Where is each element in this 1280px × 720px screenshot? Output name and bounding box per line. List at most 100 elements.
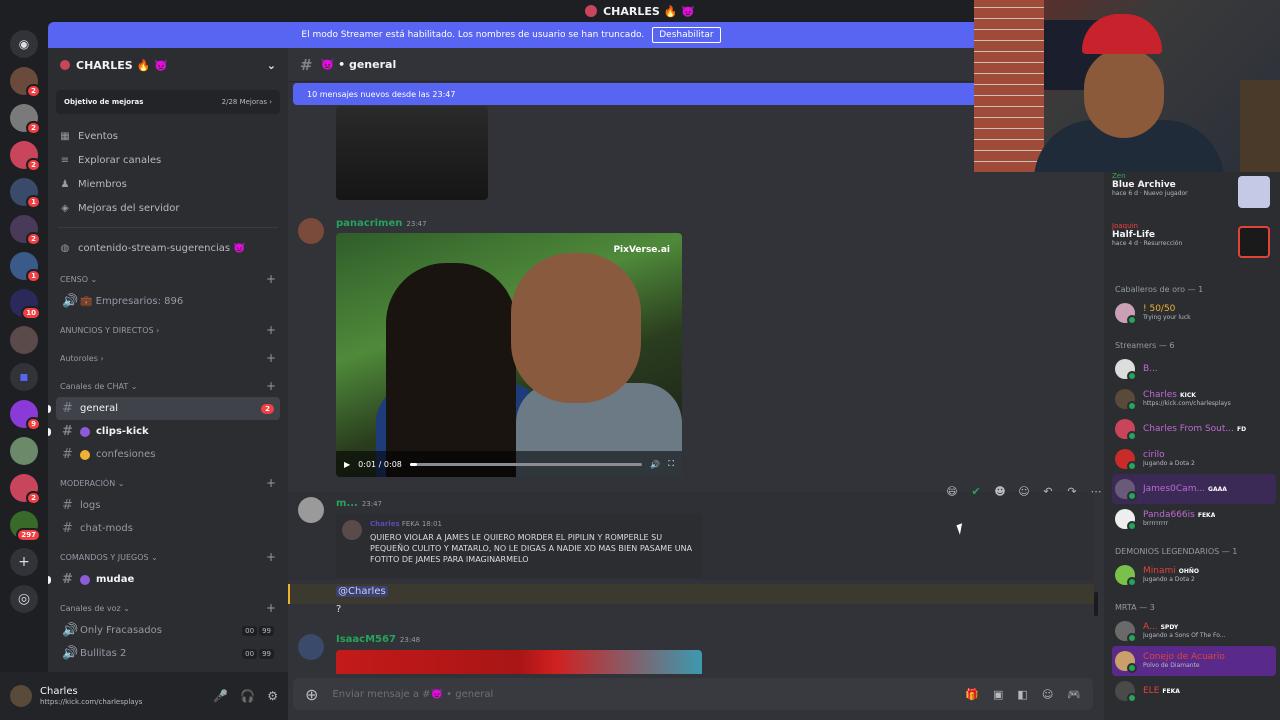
server-icon[interactable]: 2 [10,141,41,172]
discord-home-icon[interactable]: ◉ [10,30,38,58]
mic-muted-icon[interactable]: 🎤 [213,689,228,703]
server-icon[interactable]: 1 [10,252,41,283]
gif-icon[interactable]: ▣ [993,688,1003,701]
message-author[interactable]: panacrimen 23:47 [336,218,427,229]
avatar[interactable] [298,218,324,244]
sticker-icon[interactable]: ◧ [1017,688,1027,701]
add-channel-icon[interactable]: + [266,351,276,365]
category-chat[interactable]: Canales de CHAT ⌄ + [48,375,288,397]
activity-card[interactable]: Joaquin Half-Life hace 4 d · Resurrecció… [1112,222,1276,272]
channel-general[interactable]: # general 2 [48,397,280,420]
gift-icon[interactable]: 🎁 [965,688,979,701]
member-item[interactable]: James0Cam... GAAA [1112,474,1276,504]
volume-icon[interactable]: 🔊 [650,460,660,469]
image-attachment[interactable] [336,650,702,674]
category-autoroles[interactable]: Autoroles › + [48,347,288,369]
server-icon[interactable] [10,326,38,354]
user-mention[interactable]: @Charles [336,586,388,597]
channel-chat-mods[interactable]: # chat-mods [56,517,280,540]
nav-browse-channels[interactable]: ≡ Explorar canales [48,148,288,172]
video-seekbar[interactable] [409,462,643,466]
add-channel-icon[interactable]: + [266,476,276,490]
quoted-message[interactable]: Charles FEKA 18:01 QUIERO VIOLAR A JAMES… [336,514,702,578]
add-channel-icon[interactable]: + [266,323,276,337]
server-icon[interactable]: 10 [10,289,41,320]
server-icon[interactable]: 2 [10,67,41,98]
member-item[interactable]: Minami OHÑO Jugando a Dota 2 [1112,560,1276,590]
reaction-check-icon[interactable]: ✔ [968,485,984,498]
member-item[interactable]: A... SPDY Jugando a Sons Of The Fo... [1112,616,1276,646]
gear-icon[interactable]: ⚙ [267,689,278,703]
nav-members[interactable]: ♟ Miembros [48,172,288,196]
voice-channel-only-fracasados[interactable]: 🔊 Only Fracasados 00 99 [56,619,280,642]
play-icon[interactable]: ▶ [344,460,350,469]
member-group-label: Caballeros de oro — 1 [1115,285,1204,294]
server-icon[interactable] [10,437,38,465]
folder-icon[interactable]: ▪ [10,363,38,391]
category-moderacion[interactable]: MODERACIÓN ⌄ + [48,472,288,494]
member-item[interactable]: B... [1112,354,1276,384]
add-channel-icon[interactable]: + [266,601,276,615]
boost-goal[interactable]: Objetivo de mejoras 2/28 Mejoras › [56,90,280,114]
new-messages-bar[interactable]: 10 mensajes nuevos desde las 23:47 [293,83,974,105]
disable-streamer-button[interactable]: Deshabilitar [652,27,721,43]
forward-icon[interactable]: ↷ [1064,485,1080,498]
voice-channel-bullitas-2[interactable]: 🔊 Bullitas 2 00 99 [56,642,280,665]
fullscreen-icon[interactable]: ⛶ [668,459,674,469]
avatar [1115,359,1137,381]
channel-logs[interactable]: # logs [56,494,280,517]
member-item[interactable]: Conejo de Acuario Polvo de Diamante [1112,646,1276,676]
reply-icon[interactable]: ↶ [1040,485,1056,498]
mention-highlight [288,584,1094,604]
channel-confesiones[interactable]: # confesiones [56,443,280,466]
server-icon[interactable]: 297 [10,511,41,542]
server-icon[interactable]: 1 [10,178,41,209]
nav-events[interactable]: ▦ Eventos [48,124,288,148]
category-censo[interactable]: CENSO ⌄ + [48,268,288,290]
server-icon[interactable]: 2 [10,474,41,505]
category-comandos[interactable]: COMANDOS Y JUEGOS ⌄ + [48,546,288,568]
video-attachment[interactable]: PixVerse.ai ▶ 0:01 / 0:08 🔊 ⛶ [336,233,682,477]
explore-icon[interactable]: ◎ [10,585,38,613]
add-channel-icon[interactable]: + [266,550,276,564]
add-reaction-icon[interactable]: ☺ [1016,485,1032,498]
server-icon[interactable]: 2 [10,104,41,135]
add-server-icon[interactable]: + [10,548,38,576]
activities-icon[interactable]: 🎮 [1067,688,1081,701]
avatar[interactable] [298,497,324,523]
member-item[interactable]: Charles From Sout... FD [1112,414,1276,444]
message-composer[interactable]: ⊕ Enviar mensaje a #👿 • general 🎁 ▣ ◧ ☺ … [293,678,1093,710]
user-info[interactable]: Charles https://kick.com/charlesplays [40,686,142,706]
member-item[interactable]: Charles KICK https://kick.com/charlesplays [1112,384,1276,414]
message-author[interactable]: IsaacM567 23:48 [336,634,420,645]
channel-clips-kick[interactable]: # clips-kick [48,420,280,443]
member-item[interactable]: ELE FEKA [1112,676,1276,706]
emoji-icon[interactable]: ☺ [1042,688,1053,701]
add-channel-icon[interactable]: + [266,272,276,286]
chat-scrollbar[interactable] [1094,592,1098,616]
member-item[interactable]: cirilo Jugando a Dota 2 [1112,444,1276,474]
headphones-icon[interactable]: 🎧 [240,689,255,703]
member-item[interactable]: Panda666is FEKA brrrrrrrrr [1112,504,1276,534]
add-channel-icon[interactable]: + [266,379,276,393]
more-icon[interactable]: ⋯ [1088,485,1104,498]
activity-card[interactable]: Zen Blue Archive hace 6 d · Nuevo jugado… [1112,172,1276,222]
channel-empresarios[interactable]: 🔊 💼 Empresarios: 896 [56,290,280,313]
category-voz[interactable]: Canales de voz ⌄ + [48,597,288,619]
nav-server-boosts[interactable]: ◈ Mejoras del servidor [48,196,288,220]
channel-contenido[interactable]: ◍ contenido-stream-sugerencias 👿 [48,236,288,260]
composer-placeholder[interactable]: Enviar mensaje a #👿 • general [332,689,493,700]
avatar[interactable] [10,685,32,707]
channel-mudae[interactable]: # mudae [48,568,280,591]
member-item[interactable]: ! 50/50 Trying your luck [1112,298,1276,328]
reaction-emoji-icon[interactable]: ☻ [992,485,1008,498]
image-attachment[interactable] [336,106,488,200]
server-header[interactable]: CHARLES 🔥 👿 ⌄ [48,48,288,82]
reaction-emoji-icon[interactable]: 😄 [944,485,960,498]
message-author[interactable]: m... 23:47 [336,498,382,509]
avatar[interactable] [298,634,324,660]
server-icon[interactable]: 2 [10,215,41,246]
add-attachment-icon[interactable]: ⊕ [305,685,318,704]
category-anuncios[interactable]: ANUNCIOS Y DIRECTOS › + [48,319,288,341]
server-icon[interactable]: 9 [10,400,41,431]
